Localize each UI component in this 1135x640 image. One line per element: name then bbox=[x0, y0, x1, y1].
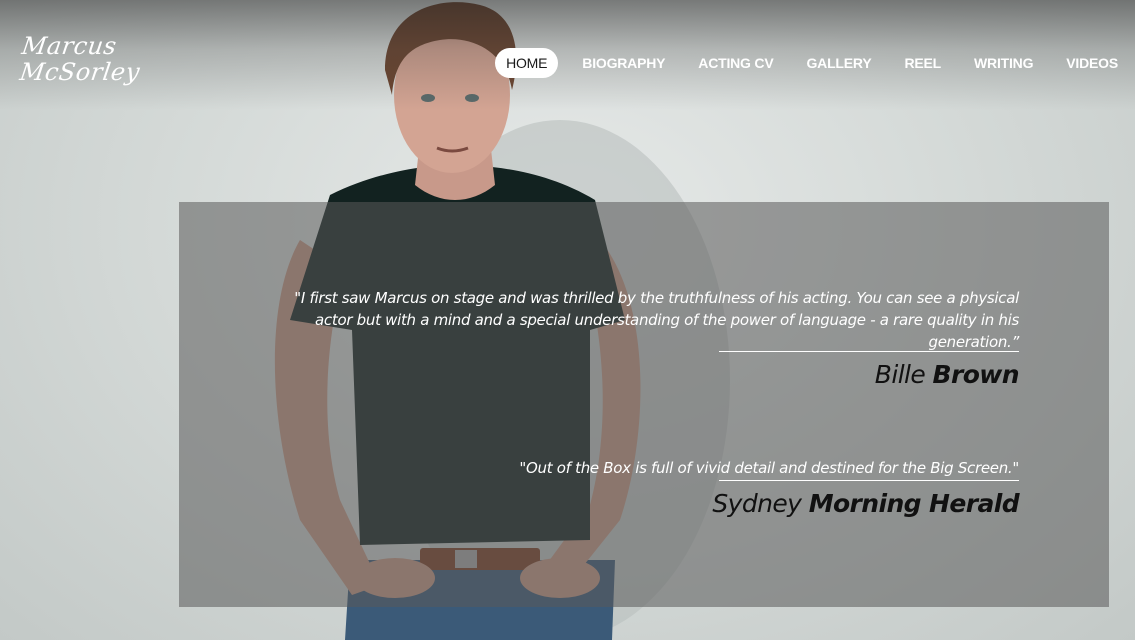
quote-divider-2 bbox=[719, 480, 1019, 481]
nav-videos[interactable]: VIDEOS bbox=[1066, 48, 1118, 78]
author-last-name-1: Brown bbox=[932, 360, 1020, 389]
nav-acting-cv[interactable]: ACTING CV bbox=[698, 48, 773, 78]
logo-first-name: Marcus bbox=[20, 32, 119, 60]
testimonials-panel: "I first saw Marcus on stage and was thr… bbox=[179, 202, 1109, 607]
author-first-name-1: Bille bbox=[874, 360, 926, 389]
quote-author-1: Bille Brown bbox=[874, 360, 1020, 389]
nav-biography[interactable]: BIOGRAPHY bbox=[582, 48, 665, 78]
nav-reel[interactable]: REEL bbox=[904, 48, 941, 78]
nav-gallery[interactable]: GALLERY bbox=[806, 48, 871, 78]
quote-text-1: "I first saw Marcus on stage and was thr… bbox=[294, 289, 1019, 351]
quote-author-2: Sydney Morning Herald bbox=[712, 489, 1019, 518]
quote-text-2: "Out of the Box is full of vivid detail … bbox=[519, 459, 1019, 477]
quote-divider-1 bbox=[719, 351, 1019, 352]
main-nav: HOME BIOGRAPHY ACTING CV GALLERY REEL WR… bbox=[495, 48, 1135, 78]
author-first-name-2: Sydney bbox=[712, 489, 802, 518]
nav-home[interactable]: HOME bbox=[495, 48, 559, 78]
author-last-name-2: Morning Herald bbox=[808, 489, 1020, 518]
site-logo[interactable]: Marcus McSorley bbox=[18, 30, 148, 100]
nav-writing[interactable]: WRITING bbox=[974, 48, 1033, 78]
logo-last-name: McSorley bbox=[18, 58, 142, 86]
